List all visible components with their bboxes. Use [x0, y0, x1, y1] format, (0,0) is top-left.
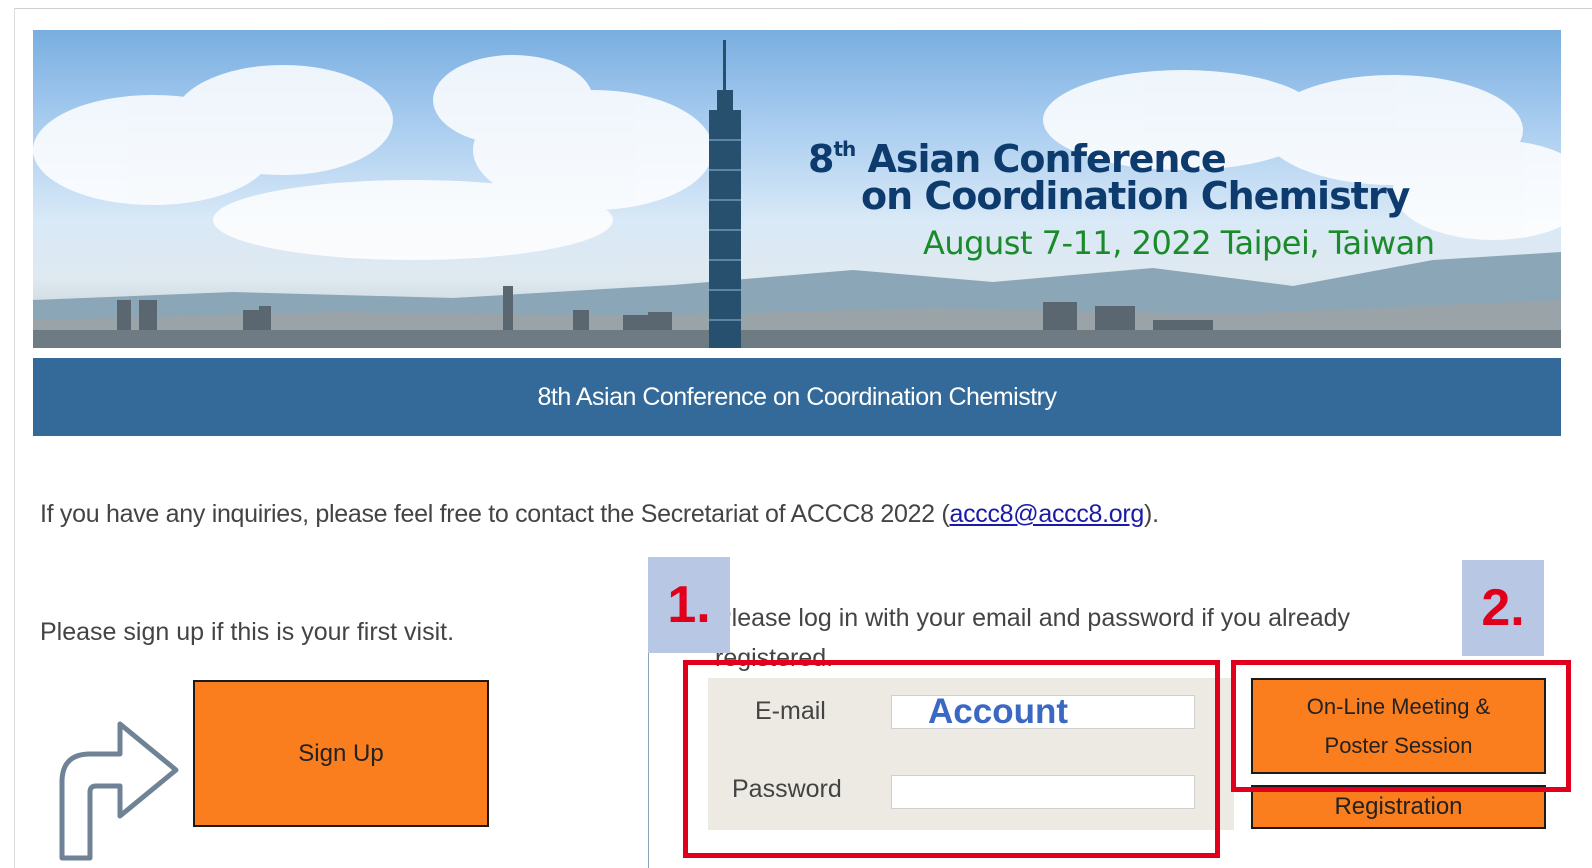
step-1-annotation: 1.: [648, 557, 730, 653]
secretariat-email-link[interactable]: accc8@accc8.org: [949, 500, 1144, 528]
banner-date-location: August 7-11, 2022 Taipei, Taiwan: [923, 224, 1435, 262]
step-2-annotation: 2.: [1462, 560, 1544, 656]
curved-arrow-icon: [59, 721, 179, 861]
page-frame-top: [14, 8, 1592, 9]
page-frame-left: [14, 8, 15, 868]
conference-banner: 8th Asian Conference on Coordination Che…: [33, 30, 1561, 348]
online-meeting-highlight-box: [1231, 660, 1571, 792]
page-title: 8th Asian Conference on Coordination Che…: [537, 382, 1057, 411]
inquiry-text: If you have any inquiries, please feel f…: [40, 500, 1159, 528]
login-highlight-box: [683, 660, 1220, 858]
page-title-bar: 8th Asian Conference on Coordination Che…: [33, 358, 1561, 436]
banner-title-line2: on Coordination Chemistry: [861, 174, 1410, 218]
sign-up-button[interactable]: Sign Up: [193, 680, 489, 827]
signup-prompt: Please sign up if this is your first vis…: [40, 618, 455, 646]
